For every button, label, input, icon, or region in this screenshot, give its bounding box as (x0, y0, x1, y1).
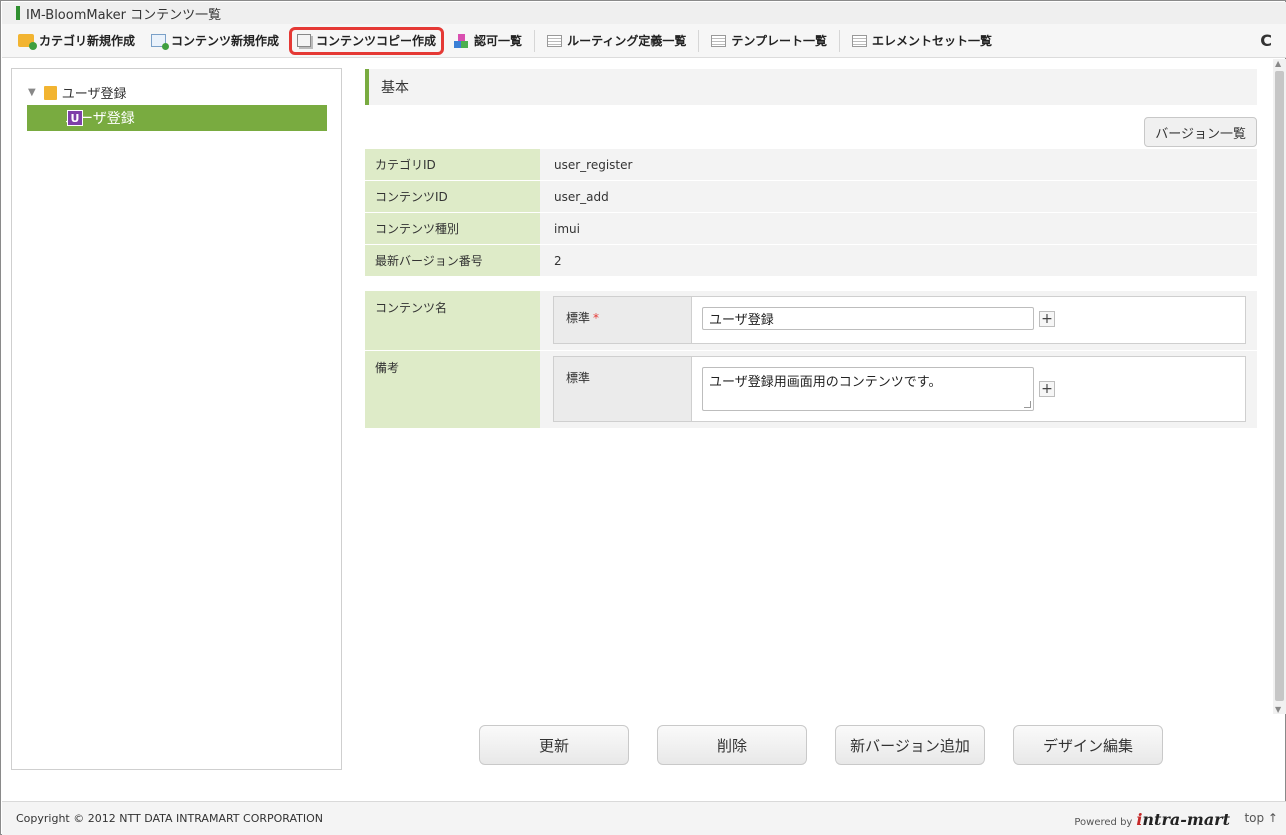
footer: Copyright © 2012 NTT DATA INTRAMART CORP… (2, 801, 1286, 835)
app-window: IM-BloomMaker コンテンツ一覧 カテゴリ新規作成 コンテンツ新規作成… (0, 0, 1286, 835)
toolbar-divider (534, 29, 536, 52)
copyright-text: Copyright © 2012 NTT DATA INTRAMART CORP… (16, 812, 324, 825)
scroll-up-arrow-icon[interactable]: ▲ (1275, 59, 1281, 68)
content-name-cell: 標準* + (540, 291, 1257, 350)
content-name-label: コンテンツ名 (365, 291, 540, 350)
info-row: カテゴリID user_register (365, 149, 1257, 181)
vertical-scrollbar[interactable]: ▲ ▼ (1273, 59, 1286, 714)
copy-content-button[interactable]: コンテンツコピー作成 (289, 26, 445, 55)
locale-value: ユーザ登録用画面用のコンテンツです。 + (692, 357, 1245, 421)
title-bar: IM-BloomMaker コンテンツ一覧 (2, 2, 1286, 24)
info-label: コンテンツ種別 (365, 213, 540, 244)
element-set-list-button[interactable]: エレメントセット一覧 (846, 27, 998, 55)
folder-add-icon (18, 34, 37, 50)
content-name-row: コンテンツ名 標準* + (365, 291, 1257, 351)
info-row: コンテンツID user_add (365, 181, 1257, 213)
template-list-label: テンプレート一覧 (731, 34, 827, 48)
powered-by: Powered by intra-mart (1074, 810, 1230, 829)
window-title: IM-BloomMaker コンテンツ一覧 (26, 7, 222, 23)
info-value: 2 (554, 253, 562, 268)
locale-table: 標準 ユーザ登録用画面用のコンテンツです。 + (553, 356, 1246, 422)
document-add-icon (151, 34, 170, 50)
info-value: user_add (554, 189, 609, 204)
expand-triangle-icon[interactable]: ▼ (28, 87, 36, 98)
authorization-list-label: 認可一覧 (474, 34, 523, 48)
info-value: imui (554, 221, 580, 236)
action-buttons: 更新 削除 新バージョン追加 デザイン編集 (479, 725, 1191, 765)
element-set-list-label: エレメントセット一覧 (872, 34, 993, 48)
routing-list-label: ルーティング定義一覧 (567, 34, 687, 48)
scroll-down-arrow-icon[interactable]: ▼ (1275, 705, 1281, 714)
edit-form: コンテンツ名 標準* + 備考 (365, 291, 1257, 429)
locale-value: + (692, 297, 1245, 343)
intra-mart-logo: intra-mart (1136, 810, 1230, 829)
copy-content-label: コンテンツコピー作成 (316, 34, 437, 48)
template-list-button[interactable]: テンプレート一覧 (705, 27, 833, 55)
content-type-badge-icon: U (67, 110, 83, 126)
new-category-button[interactable]: カテゴリ新規作成 (12, 27, 141, 55)
section-title: 基本 (381, 80, 409, 96)
locale-label: 標準 (554, 357, 692, 421)
design-edit-button[interactable]: デザイン編集 (1013, 725, 1163, 765)
authorization-blocks-icon (454, 33, 469, 48)
reload-icon[interactable]: C (1260, 31, 1272, 50)
logo-rest: ntra-mart (1142, 810, 1230, 829)
back-to-top-link[interactable]: top ↑ (1244, 811, 1278, 825)
copy-icon (297, 34, 312, 47)
delete-button[interactable]: 削除 (657, 725, 807, 765)
category-tree: ▼ ユーザ登録 U ユーザ登録 (11, 68, 342, 770)
locale-table: 標準* + (553, 296, 1246, 344)
remarks-row: 備考 標準 ユーザ登録用画面用のコンテンツです。 + (365, 351, 1257, 429)
info-row: 最新バージョン番号 2 (365, 245, 1257, 277)
content-name-input[interactable] (702, 307, 1034, 330)
add-locale-plus-icon[interactable]: + (1039, 381, 1055, 397)
locale-standard-label: 標準 (566, 311, 591, 325)
tree-node-content-selected[interactable]: U ユーザ登録 (27, 105, 327, 131)
info-table: カテゴリID user_register コンテンツID user_add コン… (365, 149, 1257, 277)
remarks-textarea[interactable]: ユーザ登録用画面用のコンテンツです。 (702, 367, 1034, 411)
title-marker-icon (16, 6, 20, 20)
content-detail-panel: 基本 バージョン一覧 カテゴリID user_register コンテンツID … (365, 69, 1257, 429)
info-value: user_register (554, 157, 633, 172)
list-icon (852, 34, 867, 47)
toolbar: カテゴリ新規作成 コンテンツ新規作成 コンテンツコピー作成 認可一覧 ルーティン… (2, 24, 1286, 58)
list-icon (711, 34, 727, 47)
section-header: 基本 (365, 69, 1257, 105)
info-label: コンテンツID (365, 181, 540, 212)
locale-standard-label: 標準 (566, 371, 591, 385)
required-mark: * (593, 311, 600, 325)
add-locale-plus-icon[interactable]: + (1039, 311, 1055, 327)
authorization-list-button[interactable]: 認可一覧 (448, 27, 528, 55)
update-button[interactable]: 更新 (479, 725, 629, 765)
new-content-button[interactable]: コンテンツ新規作成 (145, 27, 285, 55)
routing-list-button[interactable]: ルーティング定義一覧 (541, 27, 692, 55)
toolbar-divider (698, 29, 700, 52)
info-label: カテゴリID (365, 149, 540, 180)
folder-icon (43, 85, 57, 100)
list-icon (547, 34, 563, 47)
tree-node-category[interactable]: ▼ ユーザ登録 (28, 83, 126, 102)
scrollbar-thumb[interactable] (1275, 71, 1284, 701)
tree-node-category-label: ユーザ登録 (61, 87, 127, 102)
toolbar-divider (839, 29, 840, 52)
add-version-button[interactable]: 新バージョン追加 (835, 725, 985, 765)
info-label: 最新バージョン番号 (365, 245, 540, 276)
remarks-label: 備考 (365, 351, 540, 428)
locale-label: 標準 * (554, 297, 692, 343)
info-row: コンテンツ種別 imui (365, 213, 1257, 245)
new-category-label: カテゴリ新規作成 (39, 34, 136, 48)
version-list-button[interactable]: バージョン一覧 (1144, 117, 1257, 147)
remarks-cell: 標準 ユーザ登録用画面用のコンテンツです。 + (540, 351, 1257, 428)
new-content-label: コンテンツ新規作成 (171, 34, 280, 48)
powered-by-text: Powered by (1074, 817, 1133, 828)
